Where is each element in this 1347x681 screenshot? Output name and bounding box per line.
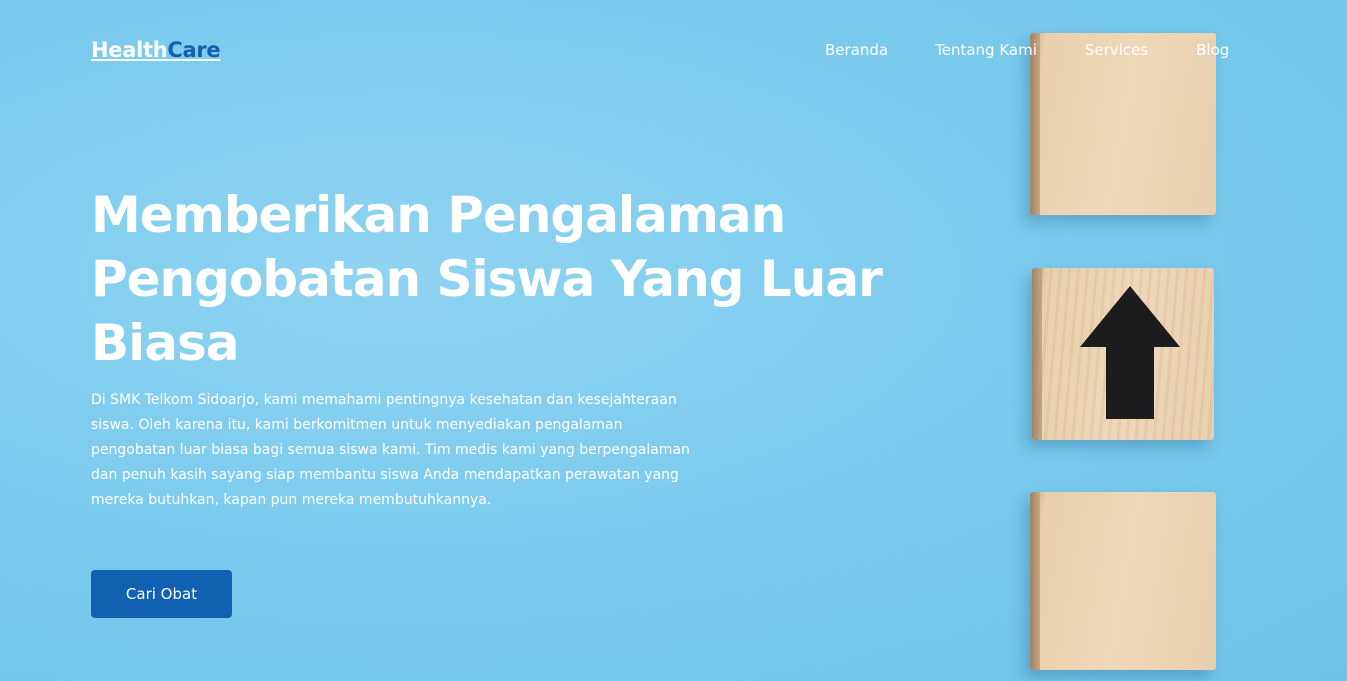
nav-link-beranda[interactable]: Beranda <box>825 40 888 60</box>
arrow-up-icon <box>1080 286 1180 419</box>
nav-menu: Beranda Tentang Kami Services Blog <box>825 40 1229 60</box>
hero-description: Di SMK Telkom Sidoarjo, kami memahami pe… <box>91 392 690 508</box>
nav-link-blog[interactable]: Blog <box>1196 40 1229 60</box>
hero-section: HealthCare Beranda Tentang Kami Services… <box>0 0 1347 681</box>
cari-obat-button[interactable]: Cari Obat <box>91 570 232 618</box>
logo[interactable]: HealthCare <box>91 37 221 63</box>
navbar: HealthCare Beranda Tentang Kami Services… <box>0 0 1347 100</box>
wooden-cube-bottom <box>1030 492 1216 670</box>
wooden-cube-arrow <box>1032 268 1214 440</box>
logo-accent: Care <box>167 38 221 62</box>
logo-primary: Health <box>91 38 168 62</box>
nav-link-services[interactable]: Services <box>1085 40 1148 60</box>
hero-title: Memberikan Pengalaman Pengobatan Siswa Y… <box>91 186 883 372</box>
nav-link-tentang-kami[interactable]: Tentang Kami <box>935 40 1037 60</box>
